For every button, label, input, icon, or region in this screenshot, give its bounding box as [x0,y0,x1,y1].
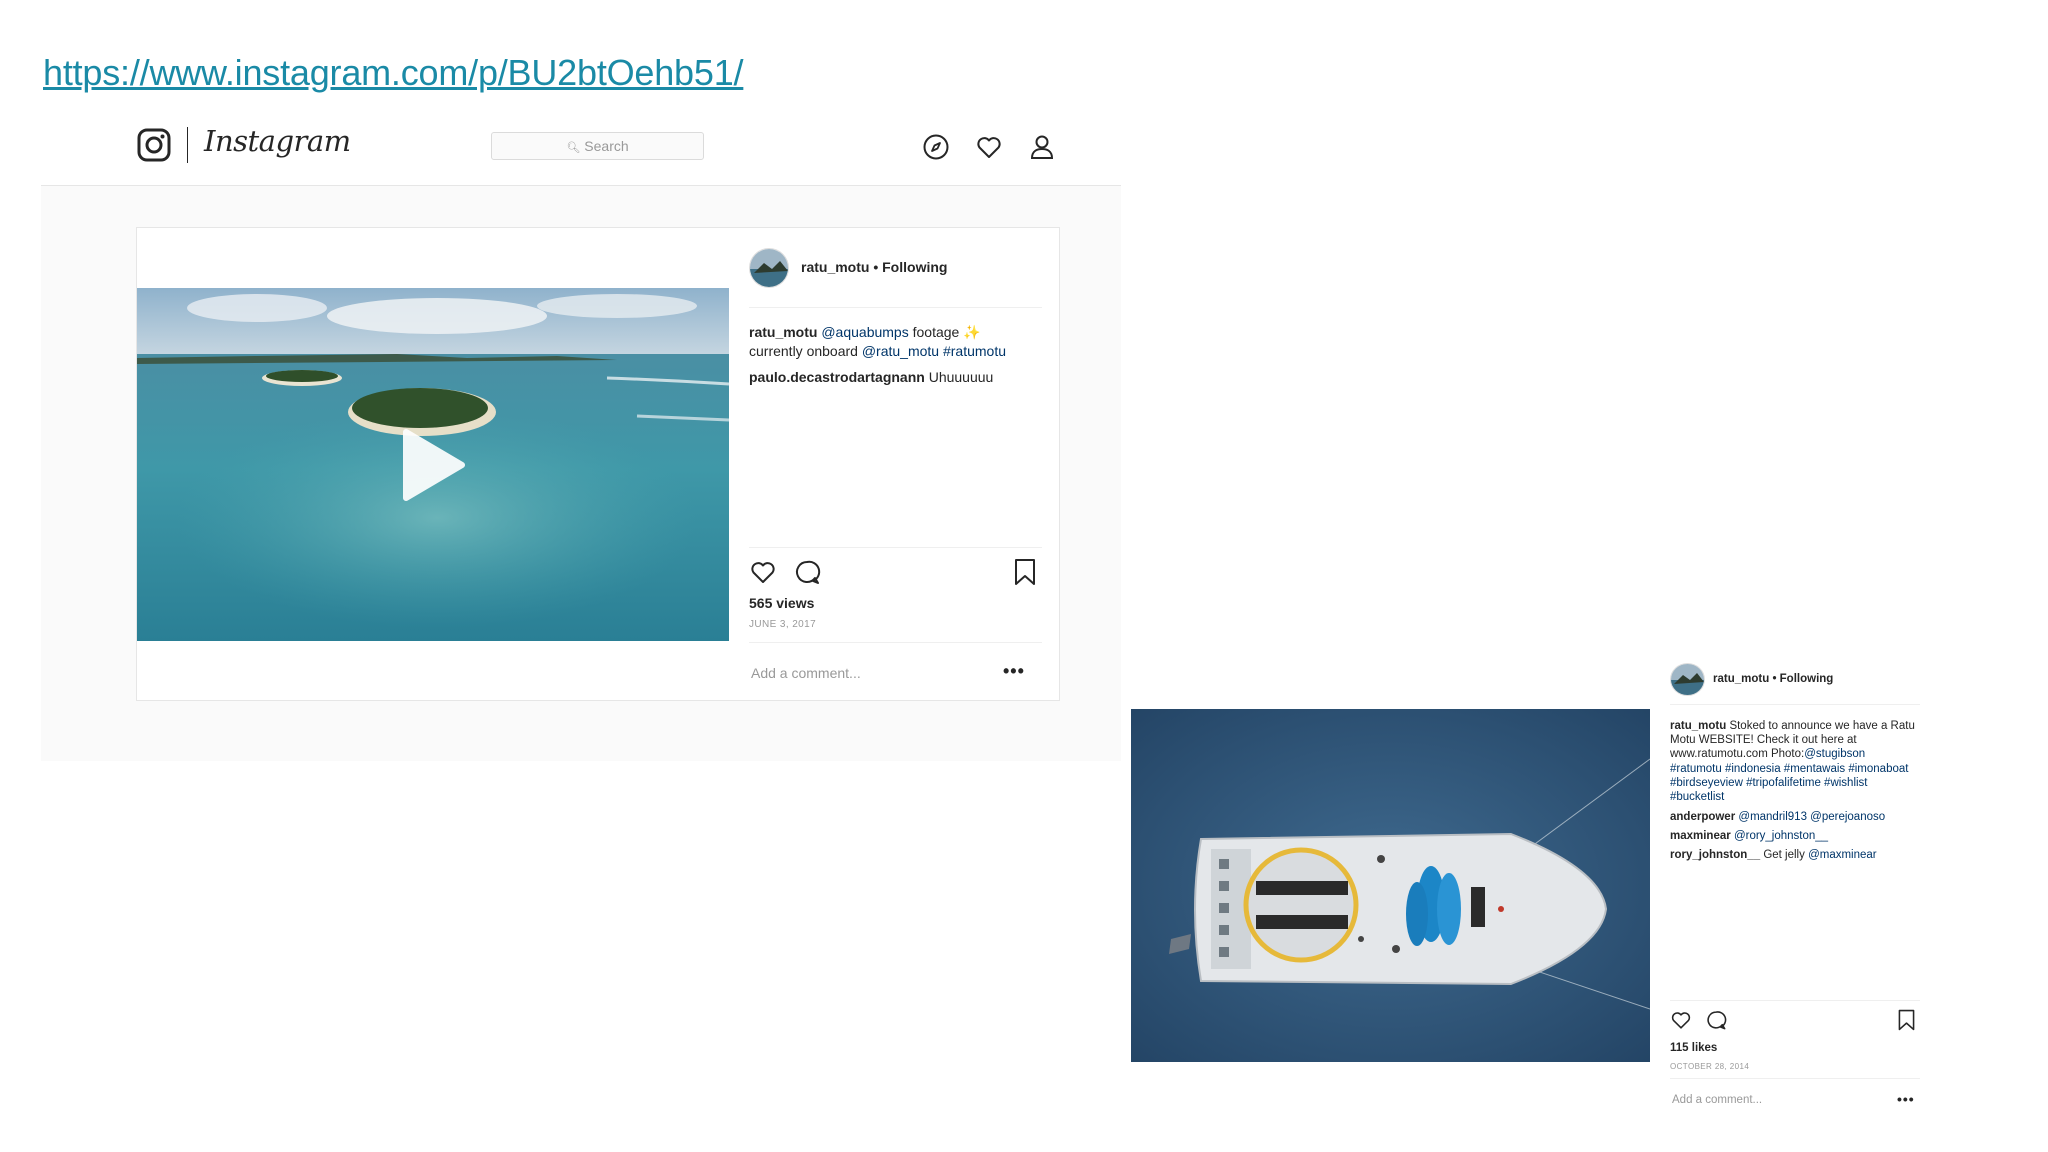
post-caption: ratu_motu @aquabumps footage ✨ currently… [749,323,1049,361]
caption-username[interactable]: ratu_motu [1670,720,1726,732]
divider [749,547,1042,548]
more-options-icon[interactable]: ••• [1003,661,1025,682]
post-date[interactable]: OCTOBER 28, 2014 [1670,1062,1749,1071]
comment: paulo.decastrodartagnann Uhuuuuuu [749,368,1049,387]
comment-bubble-icon[interactable] [793,558,821,586]
avatar-image [750,249,788,287]
follow-status[interactable]: • Following [1772,673,1833,685]
boat-aerial-image [1131,709,1650,1062]
add-comment-input[interactable]: Add a comment... [751,665,861,681]
like-heart-icon[interactable] [1670,1009,1692,1031]
search-input[interactable]: 🔍︎ Search [491,132,704,160]
comment-text: Uhuuuuuu [928,369,994,385]
caption-hashtag[interactable]: #ratumotu [943,343,1006,359]
search-icon: 🔍︎ [566,142,581,154]
add-comment-input[interactable]: Add a comment... [1672,1094,1762,1106]
caption-text: footage ✨ [912,324,981,340]
avatar-image [1671,664,1704,695]
caption-text-2: currently onboard [749,343,858,359]
divider [1670,704,1920,705]
divider [1670,1078,1920,1079]
comment-username[interactable]: rory_johnston__ [1670,849,1760,861]
avatar[interactable] [749,248,789,288]
instagram-wordmark[interactable]: Instagram [204,124,351,158]
view-count[interactable]: 565 views [749,595,814,611]
avatar[interactable] [1670,663,1705,696]
comment: rory_johnston__ Get jelly @maxminear [1670,848,1915,862]
post-header-username[interactable]: ratu_motu • Following [1713,673,1833,685]
like-heart-icon[interactable] [749,558,777,586]
post-url-link[interactable]: https://www.instagram.com/p/BU2btOehb51/ [43,52,744,94]
follow-status[interactable]: • Following [873,259,947,275]
divider [749,642,1042,643]
comment-username[interactable]: maxminear [1670,830,1731,842]
comment-text[interactable]: @mandril913 @perejoanoso [1738,811,1885,823]
post-card: ratu_motu • Following ratu_motu @aquabum… [136,227,1060,701]
post-image[interactable] [1131,709,1650,1062]
video-thumbnail[interactable] [137,288,729,641]
bookmark-icon[interactable] [1897,1009,1916,1031]
comment-text[interactable]: @rory_johnston__ [1734,830,1828,842]
comment: maxminear @rory_johnston__ [1670,829,1915,843]
comment-username[interactable]: paulo.decastrodartagnann [749,369,925,385]
like-count[interactable]: 115 likes [1670,1042,1717,1054]
post-date[interactable]: JUNE 3, 2017 [749,619,816,630]
instagram-camera-icon[interactable] [137,128,171,162]
caption-mention[interactable]: @aquabumps [821,324,908,340]
caption-mention[interactable]: @stugibson [1804,748,1865,760]
play-icon[interactable] [402,428,466,502]
post-header-username[interactable]: ratu_motu • Following [801,259,947,275]
instagram-post-screenshot-2: ratu_motu • Following ratu_motu Stoked t… [1131,660,1926,1120]
post-caption: ratu_motu Stoked to announce we have a R… [1670,719,1915,804]
divider [749,307,1042,308]
caption-hashtags[interactable]: #ratumotu #indonesia #mentawais #imonabo… [1670,763,1908,803]
search-placeholder: Search [584,138,629,154]
instagram-header: Instagram 🔍︎ Search [41,118,1121,186]
comment-text: Get jelly [1763,849,1805,861]
comment: anderpower @mandril913 @perejoanoso [1670,810,1915,824]
comment-mention[interactable]: @maxminear [1808,849,1877,861]
logo-divider [187,127,188,163]
caption-mention-2[interactable]: @ratu_motu [862,343,939,359]
bookmark-icon[interactable] [1013,558,1037,586]
instagram-post-screenshot-1: Instagram 🔍︎ Search ratu_motu • Followin… [41,118,1121,761]
post-sidebar: ratu_motu • Following ratu_motu Stoked t… [1650,660,1926,1120]
username[interactable]: ratu_motu [801,259,869,275]
activity-heart-icon[interactable] [975,133,1003,161]
divider [1670,1000,1920,1001]
explore-compass-icon[interactable] [922,133,950,161]
more-options-icon[interactable]: ••• [1897,1091,1915,1107]
comment-bubble-icon[interactable] [1705,1009,1727,1031]
profile-person-icon[interactable] [1028,133,1056,161]
caption-username[interactable]: ratu_motu [749,324,817,340]
comment-username[interactable]: anderpower [1670,811,1735,823]
username[interactable]: ratu_motu [1713,673,1769,685]
post-sidebar: ratu_motu • Following ratu_motu @aquabum… [729,228,1061,700]
